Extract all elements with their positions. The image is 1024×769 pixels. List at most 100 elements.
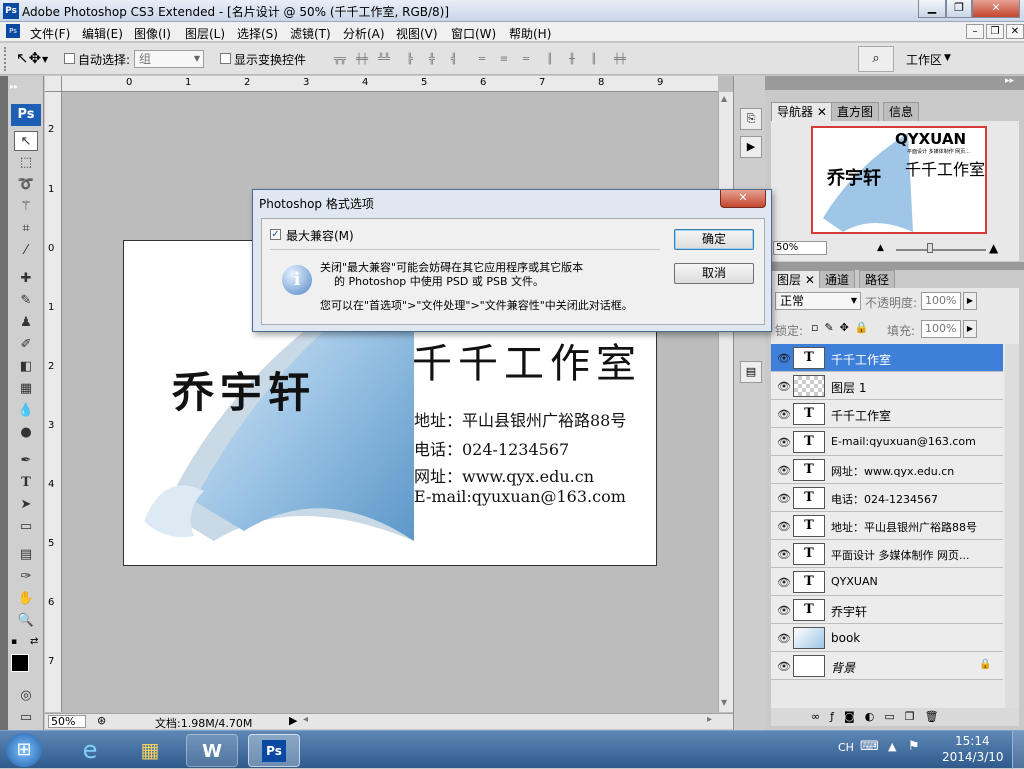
auto-align-icon[interactable]: ╪╪ xyxy=(610,53,630,67)
layer-row[interactable]: 👁 T 平面设计 多媒体制作 网页... xyxy=(771,540,1003,568)
shape-tool-icon[interactable]: ▭ xyxy=(14,517,38,537)
layer-row[interactable]: 👁 T 电话：024-1234567 xyxy=(771,484,1003,512)
zoom-out-icon[interactable]: ▲ xyxy=(877,243,884,253)
dodge-tool-icon[interactable]: ● xyxy=(14,423,38,443)
layer-row[interactable]: 👁 T QYXUAN xyxy=(771,568,1003,596)
align-right-icon[interactable]: ╣ xyxy=(444,53,464,67)
layer-row[interactable]: 👁 T 千千工作室 xyxy=(771,400,1003,428)
eye-icon[interactable]: 👁 xyxy=(777,520,791,533)
eye-icon[interactable]: 👁 xyxy=(777,352,791,365)
clock-time[interactable]: 15:14 xyxy=(955,734,990,748)
navigator-zoom-field[interactable]: 50% xyxy=(773,241,827,255)
show-desktop-button[interactable] xyxy=(1012,731,1024,769)
menu-filter[interactable]: 滤镜(T) xyxy=(290,25,331,42)
scroll-up-icon[interactable]: ▲ xyxy=(721,94,727,103)
eye-icon[interactable]: 👁 xyxy=(777,464,791,477)
chevron-down-icon[interactable]: ▼ xyxy=(944,53,951,63)
fx-icon[interactable]: ƒ xyxy=(830,710,844,723)
align-left-icon[interactable]: ╠ xyxy=(400,53,420,67)
close-icon[interactable]: ✕ xyxy=(817,105,827,119)
bridge-icon[interactable]: ⌕ xyxy=(858,46,894,72)
layer-row[interactable]: 👁 背景 🔒 xyxy=(771,652,1003,680)
toolbox-collapse-strip[interactable] xyxy=(0,76,8,730)
move-tool-preset-icon[interactable]: ↖✥ xyxy=(16,49,41,67)
word-icon[interactable]: W xyxy=(186,734,238,767)
mask-icon[interactable]: ◙ xyxy=(844,710,865,723)
menu-analysis[interactable]: 分析(A) xyxy=(343,25,385,42)
document-menu-icon[interactable]: Ps xyxy=(6,24,20,38)
eye-icon[interactable]: 👁 xyxy=(777,380,791,393)
menu-view[interactable]: 视图(V) xyxy=(396,25,438,42)
lasso-tool-icon[interactable]: ➰ xyxy=(14,175,38,195)
tab-layers[interactable]: 图层 ✕ xyxy=(771,270,821,290)
menu-window[interactable]: 窗口(W) xyxy=(451,25,496,42)
healing-brush-icon[interactable]: ✚ xyxy=(14,269,38,289)
default-colors-icon[interactable]: ▪ xyxy=(11,637,17,647)
navigator-thumbnail[interactable]: QYXUAN 平面设计 多媒体制作 网页... 千千工作室 乔宇轩 xyxy=(811,126,987,234)
cancel-button[interactable]: 取消 xyxy=(674,263,754,284)
path-select-icon[interactable]: ➤ xyxy=(14,495,38,515)
distribute-bottom-icon[interactable]: ═ xyxy=(516,53,536,67)
align-bottom-icon[interactable]: ╩╩ xyxy=(374,53,394,67)
align-hcenter-icon[interactable]: ╬ xyxy=(422,53,442,67)
close-button[interactable]: ✕ xyxy=(972,0,1020,18)
distribute-right-icon[interactable]: ║ xyxy=(584,53,604,67)
photoshop-taskbar-button[interactable]: Ps xyxy=(248,734,300,767)
vertical-scrollbar[interactable]: ▲ ▼ xyxy=(718,92,733,712)
opacity-arrow-icon[interactable]: ▶ xyxy=(963,292,977,310)
scroll-left-icon[interactable]: ◂ xyxy=(303,714,308,725)
zoom-slider-handle[interactable] xyxy=(927,243,933,253)
crop-tool-icon[interactable]: ⌗ xyxy=(14,219,38,239)
doc-close-button[interactable]: ✕ xyxy=(1006,24,1024,39)
layer-row[interactable]: 👁 T 网址：www.qyx.edu.cn xyxy=(771,456,1003,484)
horizontal-ruler[interactable]: 0 1 2 3 4 5 6 7 8 9 xyxy=(62,76,718,92)
auto-select-dropdown[interactable]: 组 ▼ xyxy=(134,50,204,68)
eye-icon[interactable]: 👁 xyxy=(777,408,791,421)
zoom-in-icon[interactable]: ▲ xyxy=(989,241,998,255)
keyboard-icon[interactable]: ⌨ xyxy=(860,739,879,754)
folder-icon[interactable]: ▭ xyxy=(884,710,904,723)
notes-tool-icon[interactable]: ▤ xyxy=(14,545,38,565)
tab-paths[interactable]: 路径 xyxy=(859,270,896,290)
layer-row[interactable]: 👁 T E-mail:qyuxuan@163.com xyxy=(771,428,1003,456)
tray-arrow-icon[interactable]: ▲ xyxy=(888,740,896,753)
quick-mask-icon[interactable]: ◎ xyxy=(14,686,38,706)
scroll-down-icon[interactable]: ▼ xyxy=(721,698,727,707)
foreground-color-swatch[interactable] xyxy=(11,654,29,672)
eye-icon[interactable]: 👁 xyxy=(777,576,791,589)
pen-tool-icon[interactable]: ✒ xyxy=(14,451,38,471)
layer-row[interactable]: 👁 T 千千工作室 xyxy=(771,344,1003,372)
scroll-right-icon[interactable]: ▸ xyxy=(707,714,712,725)
move-tool-icon[interactable]: ↖ xyxy=(14,131,38,151)
screen-mode-icon[interactable]: ▭ xyxy=(14,708,38,728)
status-menu-arrow-icon[interactable]: ▶ xyxy=(289,714,297,727)
fill-arrow-icon[interactable]: ▶ xyxy=(963,320,977,338)
brush-tool-icon[interactable]: ✎ xyxy=(14,291,38,311)
close-icon[interactable]: ✕ xyxy=(805,273,815,287)
hand-tool-icon[interactable]: ✋ xyxy=(14,589,38,609)
workspace-menu[interactable]: 工作区 xyxy=(906,51,942,68)
trash-icon[interactable]: 🗑 xyxy=(925,710,949,723)
eraser-tool-icon[interactable]: ◧ xyxy=(14,357,38,377)
layers-scrollbar[interactable] xyxy=(1005,344,1019,708)
marquee-tool-icon[interactable]: ⬚ xyxy=(14,153,38,173)
gradient-tool-icon[interactable]: ▦ xyxy=(14,379,38,399)
max-compat-label[interactable]: 最大兼容(M) xyxy=(286,227,354,244)
zoom-tool-icon[interactable]: 🔍 xyxy=(14,611,38,631)
auto-select-checkbox[interactable] xyxy=(64,53,75,64)
tab-channels[interactable]: 通道 xyxy=(819,270,856,290)
distribute-vcenter-icon[interactable]: ≡ xyxy=(494,53,514,67)
doc-minimize-button[interactable]: – xyxy=(966,24,984,39)
restore-button[interactable]: ❐ xyxy=(946,0,972,18)
ok-button[interactable]: 确定 xyxy=(674,229,754,250)
align-vcenter-icon[interactable]: ╪╪ xyxy=(352,53,372,67)
max-compat-checkbox[interactable] xyxy=(270,229,281,240)
layer-row[interactable]: 👁 book xyxy=(771,624,1003,652)
network-icon[interactable]: ⚑ xyxy=(908,739,920,754)
align-top-icon[interactable]: ╦╦ xyxy=(330,53,350,67)
eye-icon[interactable]: 👁 xyxy=(777,492,791,505)
distribute-left-icon[interactable]: ║ xyxy=(540,53,560,67)
menu-layer[interactable]: 图层(L) xyxy=(185,25,225,42)
layer-row[interactable]: 👁 T 乔宇轩 xyxy=(771,596,1003,624)
eye-icon[interactable]: 👁 xyxy=(777,604,791,617)
